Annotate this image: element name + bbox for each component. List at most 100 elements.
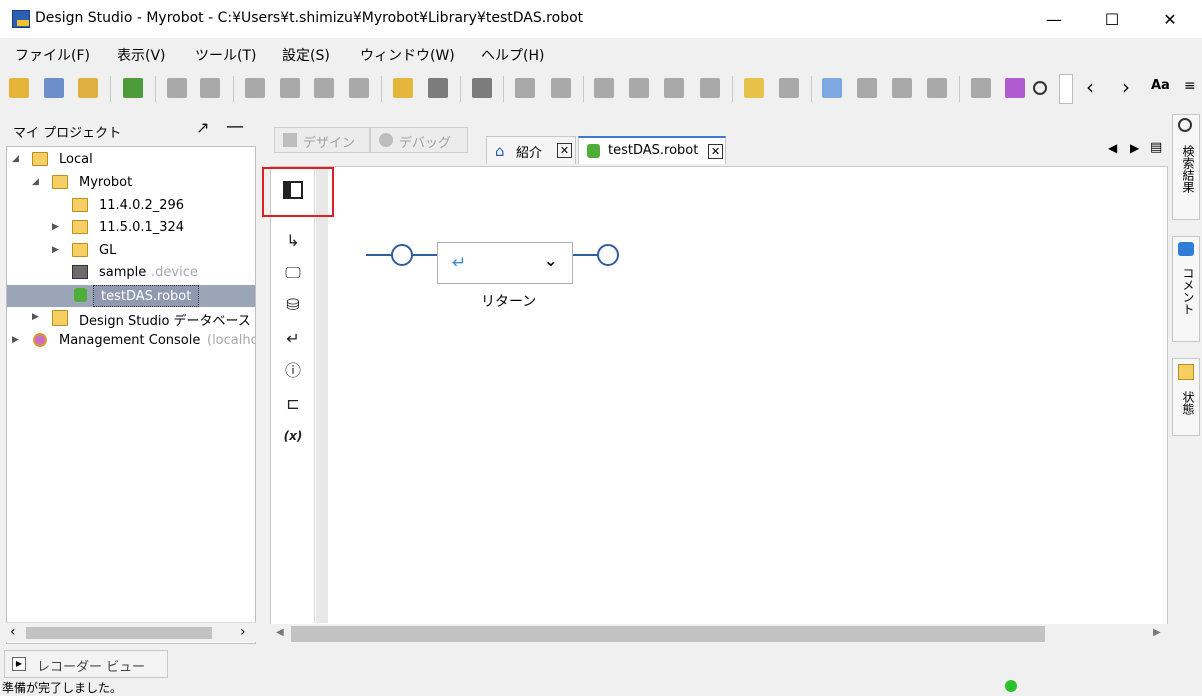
paste-icon[interactable] — [314, 78, 334, 98]
alert-icon[interactable]: ⓘ — [283, 361, 303, 381]
return-icon[interactable]: ↵ — [283, 329, 303, 349]
end-node[interactable] — [597, 244, 619, 266]
maximize-button[interactable]: ☐ — [1083, 0, 1141, 38]
tab-search-results[interactable]: 検索結果 — [1172, 114, 1200, 220]
collapsed-arrow-icon[interactable]: ▶ — [52, 222, 59, 232]
editor-horizontal-scrollbar[interactable]: ◀ ▶ — [270, 624, 1168, 644]
menu-help[interactable]: ヘルプ(H) — [481, 45, 544, 65]
close-tab-icon[interactable]: ✕ — [557, 143, 572, 158]
save-all-icon[interactable] — [44, 78, 64, 98]
toolbar-separator — [732, 76, 733, 102]
collapsed-arrow-icon[interactable]: ▶ — [12, 335, 19, 345]
tree-icon[interactable]: ⊏ — [283, 394, 303, 414]
tab-status[interactable]: 状態 — [1172, 358, 1200, 436]
step-out-icon[interactable] — [664, 78, 684, 98]
scrollbar-thumb[interactable] — [291, 626, 1045, 642]
pause-icon[interactable] — [551, 78, 571, 98]
run-to-icon[interactable] — [700, 78, 720, 98]
scrollbar-thumb[interactable] — [26, 627, 212, 639]
tag-icon[interactable] — [744, 78, 764, 98]
window-title: Design Studio - Myrobot - C:¥Users¥t.shi… — [35, 10, 584, 26]
scroll-right-icon[interactable]: › — [240, 624, 246, 640]
search-input[interactable] — [1059, 74, 1073, 104]
tree-item-management-console[interactable]: ▶ Management Console (localhos — [7, 330, 255, 352]
step-over-icon[interactable] — [629, 78, 649, 98]
database-icon[interactable]: ⛁ — [283, 295, 303, 315]
tree-item-database[interactable]: ▶ Design Studio データベース — [7, 307, 255, 329]
step-action-icon[interactable]: ↳ — [283, 231, 303, 251]
tab-scroll-left-icon[interactable]: ◀ — [1108, 141, 1117, 155]
new-robot-icon[interactable] — [123, 78, 143, 98]
start-node[interactable] — [391, 244, 413, 266]
toolbar-separator — [460, 76, 461, 102]
screen-icon[interactable]: 🖵 — [283, 263, 303, 283]
font-size-button[interactable]: Aa — [1151, 78, 1177, 98]
tab-testdas-robot[interactable]: testDAS.robot ✕ — [578, 136, 726, 164]
focus-icon[interactable] — [779, 78, 799, 98]
step-dropdown-icon[interactable]: ⌄ — [544, 251, 557, 270]
tree-horizontal-scrollbar[interactable]: ‹ › — [6, 622, 256, 642]
collapsed-arrow-icon[interactable]: ▶ — [52, 245, 59, 255]
scroll-left-icon[interactable]: ‹ — [10, 624, 16, 640]
step-into-icon[interactable] — [594, 78, 614, 98]
tree-item-folder[interactable]: 11.4.0.2_296 — [7, 195, 255, 217]
redo-icon[interactable] — [200, 78, 220, 98]
menu-window[interactable]: ウィンドウ(W) — [360, 45, 455, 65]
scroll-left-icon[interactable]: ◀ — [276, 627, 284, 638]
menu-settings[interactable]: 設定(S) — [282, 45, 330, 65]
close-tab-icon[interactable]: ✕ — [708, 144, 723, 159]
menu-file[interactable]: ファイル(F) — [15, 45, 90, 65]
restore-icon[interactable]: ↗ — [196, 118, 209, 137]
remove-step-icon[interactable] — [857, 78, 877, 98]
undo-icon[interactable] — [167, 78, 187, 98]
toolbar-more-icon[interactable]: ≡ — [1184, 78, 1202, 98]
minimize-button[interactable]: — — [1025, 0, 1083, 38]
tab-design[interactable]: デザイン — [274, 127, 370, 153]
status-indicator-icon — [1005, 680, 1017, 692]
minimize-panel-icon[interactable]: — — [226, 116, 244, 137]
tree-item-robot-selected[interactable]: testDAS.robot — [7, 285, 255, 307]
return-step-node[interactable]: ↵ ⌄ — [437, 242, 573, 284]
collapsed-arrow-icon[interactable]: ▶ — [32, 312, 39, 322]
next-button[interactable]: › — [1122, 77, 1142, 98]
step-back-icon[interactable] — [472, 78, 492, 98]
tab-debug[interactable]: デバッグ — [370, 127, 468, 153]
right-side-rail: 検索結果 コメント 状態 — [1170, 110, 1202, 650]
tab-list-icon[interactable]: ▤ — [1150, 140, 1162, 155]
add-step-icon[interactable] — [822, 78, 842, 98]
variables-icon[interactable]: (x) — [283, 426, 303, 446]
toolbar-separator — [959, 76, 960, 102]
tab-comments[interactable]: コメント — [1172, 236, 1200, 342]
scroll-right-icon[interactable]: ▶ — [1153, 627, 1161, 638]
copy-icon[interactable] — [245, 78, 265, 98]
open-icon[interactable] — [9, 78, 29, 98]
close-button[interactable]: ✕ — [1141, 0, 1199, 38]
expanded-arrow-icon[interactable]: ◢ — [32, 177, 39, 187]
toolbar: ‹ › Aa ≡ — [0, 68, 1202, 110]
browser-icon[interactable] — [1005, 78, 1025, 98]
cut-icon[interactable] — [280, 78, 300, 98]
prev-button[interactable]: ‹ — [1086, 77, 1106, 98]
group-icon[interactable] — [927, 78, 947, 98]
tree-item-local[interactable]: ◢ Local — [7, 149, 255, 171]
tree-item-myrobot[interactable]: ◢ Myrobot — [7, 172, 255, 194]
run-bolt-icon[interactable] — [393, 78, 413, 98]
search-icon[interactable] — [1033, 81, 1047, 95]
search-icon — [1178, 118, 1192, 132]
menu-tools[interactable]: ツール(T) — [195, 45, 256, 65]
refresh-icon[interactable] — [78, 78, 98, 98]
tree-item-folder[interactable]: ▶ GL — [7, 240, 255, 262]
tab-recorder-view[interactable]: ▶ レコーダー ビュー — [4, 650, 168, 678]
expanded-arrow-icon[interactable]: ◢ — [12, 154, 19, 164]
menu-view[interactable]: 表示(V) — [117, 45, 166, 65]
globe-icon[interactable] — [971, 78, 991, 98]
delete-icon[interactable] — [349, 78, 369, 98]
tab-scroll-right-icon[interactable]: ▶ — [1130, 141, 1139, 155]
palette-divider[interactable] — [316, 167, 328, 623]
play-icon[interactable] — [515, 78, 535, 98]
tree-item-device[interactable]: sample .device — [7, 262, 255, 284]
tab-intro[interactable]: ⌂ 紹介 ✕ — [486, 136, 576, 164]
stop-icon[interactable] — [428, 78, 448, 98]
tree-item-folder[interactable]: ▶ 11.5.0.1_324 — [7, 217, 255, 239]
branch-icon[interactable] — [892, 78, 912, 98]
